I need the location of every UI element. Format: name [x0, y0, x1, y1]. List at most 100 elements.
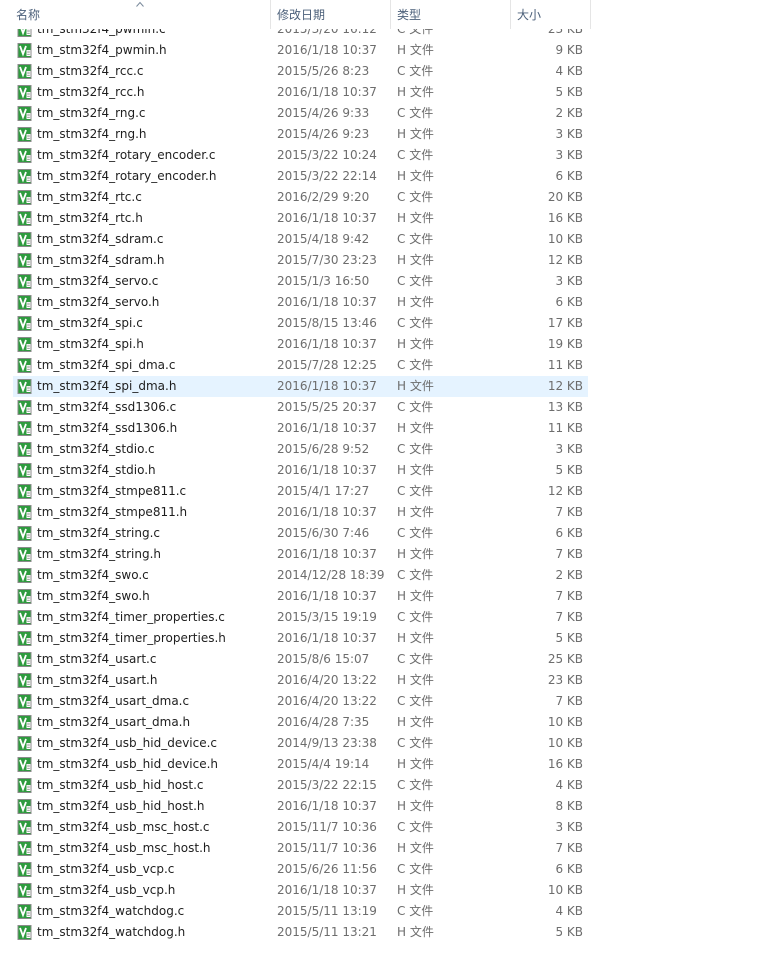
file-size: 3 KB: [555, 274, 583, 288]
file-name[interactable]: tm_stm32f4_spi.c: [37, 313, 143, 334]
file-name[interactable]: tm_stm32f4_usb_hid_host.h: [37, 796, 205, 817]
file-name[interactable]: tm_stm32f4_swo.c: [37, 565, 149, 586]
file-row[interactable]: tm_stm32f4_swo.h 2016/1/18 10:37 H 文件 7 KB: [0, 586, 761, 607]
file-row[interactable]: tm_stm32f4_usb_vcp.h 2016/1/18 10:37 H 文件 1…: [0, 880, 761, 901]
file-row[interactable]: tm_stm32f4_stmpe811.h 2016/1/18 10:37 H 文件…: [0, 502, 761, 523]
file-name[interactable]: tm_stm32f4_watchdog.c: [37, 901, 184, 922]
file-name[interactable]: tm_stm32f4_rng.h: [37, 124, 147, 145]
file-row[interactable]: tm_stm32f4_stmpe811.c 2015/4/1 17:27 C 文件 1…: [0, 481, 761, 502]
file-row[interactable]: tm_stm32f4_watchdog.h 2015/5/11 13:21 H 文件…: [0, 922, 761, 943]
file-row[interactable]: tm_stm32f4_usb_hid_host.h 2016/1/18 10:37…: [0, 796, 761, 817]
file-name[interactable]: tm_stm32f4_spi.h: [37, 334, 144, 355]
file-row[interactable]: tm_stm32f4_usb_vcp.c 2015/6/26 11:56 C 文件 6…: [0, 859, 761, 880]
file-icon: [17, 883, 32, 898]
column-divider[interactable]: [390, 0, 391, 29]
file-name[interactable]: tm_stm32f4_timer_properties.h: [37, 628, 226, 649]
column-header-size[interactable]: 大小: [517, 0, 541, 29]
file-name[interactable]: tm_stm32f4_usb_msc_host.c: [37, 817, 210, 838]
file-row[interactable]: tm_stm32f4_usart_dma.h 2016/4/28 7:35 H 文件…: [0, 712, 761, 733]
file-row[interactable]: tm_stm32f4_usb_hid_device.c 2014/9/13 23:…: [0, 733, 761, 754]
file-row[interactable]: tm_stm32f4_servo.c 2015/1/3 16:50 C 文件 3 KB: [0, 271, 761, 292]
file-name[interactable]: tm_stm32f4_ssd1306.c: [37, 397, 176, 418]
file-row[interactable]: tm_stm32f4_stdio.c 2015/6/28 9:52 C 文件 3 KB: [0, 439, 761, 460]
file-name[interactable]: tm_stm32f4_usb_hid_device.h: [37, 754, 218, 775]
file-name[interactable]: tm_stm32f4_usart.h: [37, 670, 157, 691]
column-divider[interactable]: [590, 0, 591, 29]
file-name[interactable]: tm_stm32f4_rcc.h: [37, 82, 144, 103]
file-row[interactable]: tm_stm32f4_spi.h 2016/1/18 10:37 H 文件 19 KB: [0, 334, 761, 355]
file-row[interactable]: tm_stm32f4_servo.h 2016/1/18 10:37 H 文件 6 K…: [0, 292, 761, 313]
file-name[interactable]: tm_stm32f4_rng.c: [37, 103, 146, 124]
file-row[interactable]: tm_stm32f4_timer_properties.h 2016/1/18 1…: [0, 628, 761, 649]
file-row[interactable]: tm_stm32f4_usart_dma.c 2016/4/20 13:22 C 文…: [0, 691, 761, 712]
file-row[interactable]: tm_stm32f4_rng.c 2015/4/26 9:33 C 文件 2 KB: [0, 103, 761, 124]
file-row[interactable]: tm_stm32f4_rcc.c 2015/5/26 8:23 C 文件 4 KB: [0, 61, 761, 82]
file-name[interactable]: tm_stm32f4_rotary_encoder.h: [37, 166, 216, 187]
file-name[interactable]: tm_stm32f4_stmpe811.c: [37, 481, 186, 502]
file-name[interactable]: tm_stm32f4_usart.c: [37, 649, 156, 670]
file-name[interactable]: tm_stm32f4_timer_properties.c: [37, 607, 225, 628]
file-row[interactable]: tm_stm32f4_rcc.h 2016/1/18 10:37 H 文件 5 KB: [0, 82, 761, 103]
file-name[interactable]: tm_stm32f4_watchdog.h: [37, 922, 185, 943]
file-row[interactable]: tm_stm32f4_string.h 2016/1/18 10:37 H 文件 7 …: [0, 544, 761, 565]
file-name[interactable]: tm_stm32f4_sdram.h: [37, 250, 164, 271]
file-row[interactable]: tm_stm32f4_usb_msc_host.c 2015/11/7 10:36…: [0, 817, 761, 838]
file-name[interactable]: tm_stm32f4_ssd1306.h: [37, 418, 177, 439]
file-name[interactable]: tm_stm32f4_usart_dma.h: [37, 712, 190, 733]
file-name[interactable]: tm_stm32f4_servo.h: [37, 292, 159, 313]
column-header-type[interactable]: 类型: [397, 0, 421, 29]
file-name[interactable]: tm_stm32f4_string.h: [37, 544, 161, 565]
file-row[interactable]: tm_stm32f4_spi_dma.c 2015/7/28 12:25 C 文件 1…: [0, 355, 761, 376]
file-row[interactable]: tm_stm32f4_pwmin.h 2016/1/18 10:37 H 文件 9 K…: [0, 40, 761, 61]
file-name[interactable]: tm_stm32f4_usb_hid_device.c: [37, 733, 217, 754]
column-header-date[interactable]: 修改日期: [277, 0, 325, 29]
file-icon: [17, 652, 32, 667]
file-row[interactable]: tm_stm32f4_rng.h 2015/4/26 9:23 H 文件 3 KB: [0, 124, 761, 145]
file-name[interactable]: tm_stm32f4_string.c: [37, 523, 160, 544]
file-name[interactable]: tm_stm32f4_usb_msc_host.h: [37, 838, 211, 859]
file-name[interactable]: tm_stm32f4_usb_hid_host.c: [37, 775, 204, 796]
file-row[interactable]: tm_stm32f4_ssd1306.h 2016/1/18 10:37 H 文件 1…: [0, 418, 761, 439]
file-name[interactable]: tm_stm32f4_rtc.h: [37, 208, 143, 229]
file-row[interactable]: tm_stm32f4_stdio.h 2016/1/18 10:37 H 文件 5 K…: [0, 460, 761, 481]
file-row[interactable]: tm_stm32f4_spi.c 2015/8/15 13:46 C 文件 17 KB: [0, 313, 761, 334]
file-row[interactable]: tm_stm32f4_usb_hid_host.c 2015/3/22 22:15…: [0, 775, 761, 796]
file-date-modified: 2014/12/28 18:39: [277, 568, 385, 582]
file-row[interactable]: tm_stm32f4_rotary_encoder.h 2015/3/22 22:…: [0, 166, 761, 187]
file-name[interactable]: tm_stm32f4_spi_dma.h: [37, 376, 176, 397]
file-type: H 文件: [397, 757, 434, 771]
column-divider[interactable]: [510, 0, 511, 29]
file-row[interactable]: tm_stm32f4_rtc.h 2016/1/18 10:37 H 文件 16 KB: [0, 208, 761, 229]
file-size: 4 KB: [555, 64, 583, 78]
file-row[interactable]: tm_stm32f4_watchdog.c 2015/5/11 13:19 C 文件…: [0, 901, 761, 922]
file-row[interactable]: tm_stm32f4_swo.c 2014/12/28 18:39 C 文件 2 KB: [0, 565, 761, 586]
file-row[interactable]: tm_stm32f4_usb_msc_host.h 2015/11/7 10:36…: [0, 838, 761, 859]
file-name[interactable]: tm_stm32f4_usb_vcp.h: [37, 880, 175, 901]
file-row[interactable]: tm_stm32f4_sdram.c 2015/4/18 9:42 C 文件 10 K…: [0, 229, 761, 250]
file-name[interactable]: tm_stm32f4_rcc.c: [37, 61, 143, 82]
file-name[interactable]: tm_stm32f4_stdio.c: [37, 439, 155, 460]
file-row[interactable]: tm_stm32f4_string.c 2015/6/30 7:46 C 文件 6 K…: [0, 523, 761, 544]
file-name[interactable]: tm_stm32f4_rotary_encoder.c: [37, 145, 215, 166]
file-row[interactable]: tm_stm32f4_ssd1306.c 2015/5/25 20:37 C 文件 1…: [0, 397, 761, 418]
file-name[interactable]: tm_stm32f4_servo.c: [37, 271, 158, 292]
file-row[interactable]: tm_stm32f4_spi_dma.h 2016/1/18 10:37 H 文件 1…: [0, 376, 761, 397]
file-name[interactable]: tm_stm32f4_rtc.c: [37, 187, 142, 208]
file-name[interactable]: tm_stm32f4_usart_dma.c: [37, 691, 189, 712]
file-name[interactable]: tm_stm32f4_stdio.h: [37, 460, 156, 481]
file-row[interactable]: tm_stm32f4_usb_hid_device.h 2015/4/4 19:1…: [0, 754, 761, 775]
file-row[interactable]: tm_stm32f4_usart.h 2016/4/20 13:22 H 文件 23 …: [0, 670, 761, 691]
file-name[interactable]: tm_stm32f4_spi_dma.c: [37, 355, 175, 376]
file-name[interactable]: tm_stm32f4_pwmin.h: [37, 40, 167, 61]
file-row[interactable]: tm_stm32f4_rtc.c 2016/2/29 9:20 C 文件 20 KB: [0, 187, 761, 208]
column-header-name[interactable]: 名称: [16, 0, 40, 29]
file-name[interactable]: tm_stm32f4_sdram.c: [37, 229, 163, 250]
file-name[interactable]: tm_stm32f4_usb_vcp.c: [37, 859, 174, 880]
file-row[interactable]: tm_stm32f4_usart.c 2015/8/6 15:07 C 文件 25 K…: [0, 649, 761, 670]
column-divider[interactable]: [270, 0, 271, 29]
file-row[interactable]: tm_stm32f4_sdram.h 2015/7/30 23:23 H 文件 12 …: [0, 250, 761, 271]
file-name[interactable]: tm_stm32f4_swo.h: [37, 586, 150, 607]
file-name[interactable]: tm_stm32f4_stmpe811.h: [37, 502, 187, 523]
file-row[interactable]: tm_stm32f4_timer_properties.c 2015/3/15 1…: [0, 607, 761, 628]
file-row[interactable]: tm_stm32f4_rotary_encoder.c 2015/3/22 10:…: [0, 145, 761, 166]
